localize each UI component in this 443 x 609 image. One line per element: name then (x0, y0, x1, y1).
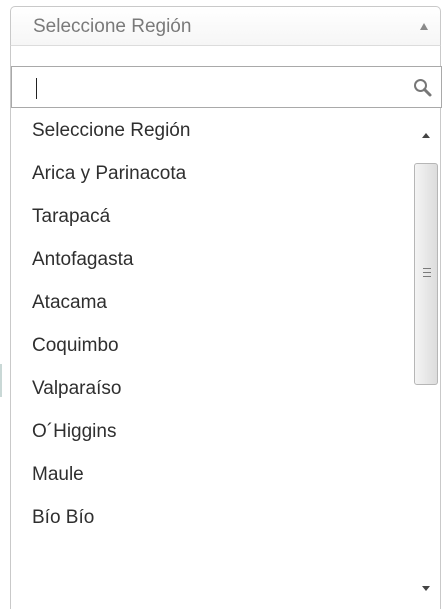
search-icon[interactable] (411, 76, 435, 100)
search-field-container[interactable] (11, 66, 442, 108)
option-ohiggins[interactable]: O´Higgins (11, 410, 411, 453)
search-input[interactable] (12, 67, 392, 107)
scroll-down-arrow-icon[interactable] (412, 573, 440, 609)
scroll-up-arrow-icon[interactable] (412, 111, 440, 159)
option-antofagasta[interactable]: Antofagasta (11, 238, 411, 281)
region-select[interactable]: Seleccione Región (10, 6, 441, 46)
vertical-scrollbar[interactable] (412, 111, 440, 609)
scroll-grip-icon (423, 268, 431, 277)
chevron-up-icon[interactable] (420, 23, 428, 30)
option-arica-y-parinacota[interactable]: Arica y Parinacota (11, 152, 411, 195)
option-coquimbo[interactable]: Coquimbo (11, 324, 411, 367)
option-atacama[interactable]: Atacama (11, 281, 411, 324)
option-tarapaca[interactable]: Tarapacá (11, 195, 411, 238)
option-maule[interactable]: Maule (11, 453, 411, 496)
option-valparaiso[interactable]: Valparaíso (11, 367, 411, 410)
background-accent (0, 364, 2, 397)
scrollbar-thumb[interactable] (414, 163, 438, 385)
option-seleccione-region[interactable]: Seleccione Región (11, 109, 411, 152)
text-caret (36, 78, 37, 99)
region-option-list[interactable]: Seleccione Región Arica y Parinacota Tar… (11, 109, 411, 609)
region-select-screen: Seleccione Región Seleccione Región Aric… (0, 0, 443, 609)
region-select-value: Seleccione Región (33, 16, 192, 37)
option-bio-bio[interactable]: Bío Bío (11, 496, 411, 539)
